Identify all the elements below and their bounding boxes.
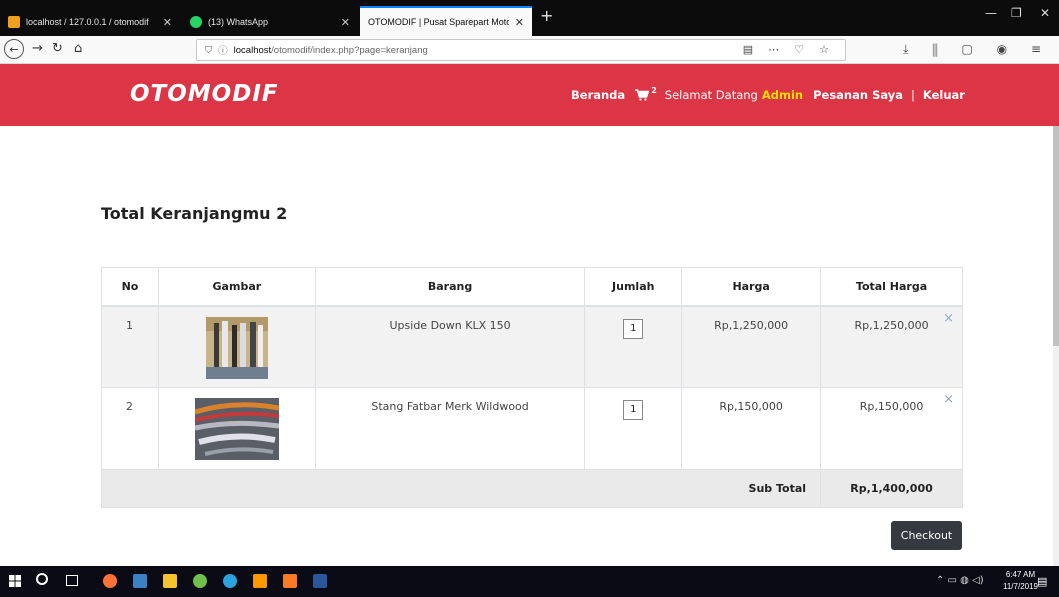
cart-icon [635,89,650,101]
subtotal-label: Sub Total [100,469,822,508]
window-close-icon[interactable]: ✕ [1040,6,1050,20]
remove-item-icon[interactable]: × [943,311,954,326]
page-title: Total Keranjangmu 2 [101,204,288,223]
phpmyadmin-icon [8,16,20,28]
shield-icon[interactable]: ⛉ [205,45,212,56]
cell-price: Rp,1,250,000 [681,305,822,388]
new-tab-icon[interactable]: + [540,6,553,25]
menu-separator: | [911,88,915,102]
clock-time: 6:47 AM [1005,570,1036,579]
page-actions[interactable]: ▤ ⋯ ♡ ☆ [743,43,835,56]
tab-title: OTOMODIF | Pusat Sparepart Motor [368,17,509,27]
back-icon[interactable]: ← [4,39,24,59]
restore-icon[interactable]: ❐ [1011,6,1022,20]
column-header-item: Barang [314,267,586,307]
menu-home-link[interactable]: Beranda [571,88,625,102]
cell-total: Rp,150,000 × [820,387,963,470]
firefox-icon[interactable] [103,574,117,588]
page-scrollbar[interactable] [1053,126,1059,566]
url-host: localhost [233,44,272,56]
cell-total-value: Rp,1,250,000 [854,318,929,332]
tab-otomodif[interactable]: OTOMODIF | Pusat Sparepart Motor ✕ [360,6,532,36]
checkout-button[interactable]: Checkout [891,521,962,550]
close-icon[interactable]: ✕ [163,16,172,29]
cell-image [157,305,316,388]
cell-no: 1 [101,305,159,388]
column-header-quantity: Jumlah [584,267,683,307]
forward-icon[interactable]: → [32,41,43,56]
site-header: OTOMODIF Beranda 2 Selamat Datang Admin … [0,64,1059,126]
cell-item-name: Stang Fatbar Merk Wildwood [314,387,586,470]
toolbar-icons[interactable]: ⤓ ⫼ ▢ ◉ ≡ [903,42,1051,57]
username: Admin [761,88,804,102]
quantity-input[interactable]: 1 [623,400,644,420]
tab-whatsapp[interactable]: (13) WhatsApp ✕ [182,8,358,36]
table-row: 2 Stang Fatbar Merk Wildwood 1 Rp,150,00… [101,387,963,470]
app-icon[interactable] [133,574,147,588]
site-logo[interactable]: OTOMODIF [130,81,279,107]
site-menu: Beranda 2 Selamat Datang Admin Pesanan S… [571,85,965,103]
home-icon[interactable]: ⌂ [74,41,82,56]
cell-item-name: Upside Down KLX 150 [314,305,586,388]
search-icon[interactable] [36,573,48,585]
minimize-icon[interactable]: — [985,6,997,20]
cell-no: 2 [101,387,159,470]
tab-phpmyadmin[interactable]: localhost / 127.0.0.1 / otomodif ✕ [0,8,180,36]
menu-orders-link[interactable]: Pesanan Saya [813,88,903,102]
file-explorer-icon[interactable] [163,574,177,588]
notifications-icon[interactable]: ▤ [1037,575,1047,588]
cell-price: Rp,150,000 [681,387,822,470]
cart-count-badge: 2 [651,85,657,95]
table-row: 1 Upside Down KLX 150 1 Rp,1,250,000 Rp,… [101,305,963,388]
cart-table: No Gambar Barang Jumlah Harga Total Harg… [100,267,963,508]
info-icon[interactable]: ⓘ [218,43,228,57]
quantity-input[interactable]: 1 [623,318,644,339]
column-header-no: No [101,267,159,307]
tab-title: (13) WhatsApp [208,17,269,27]
tab-title: localhost / 127.0.0.1 / otomodif [26,17,149,27]
windows-taskbar: ⌃ ▭ ◍ ◁) 6:47 AM 11/7/2019 ▤ [0,566,1059,597]
cart-link[interactable]: 2 [635,85,657,101]
sublime-text-icon[interactable] [253,574,267,588]
subtotal-value: Rp,1,400,000 [820,469,963,508]
welcome-text: Selamat Datang [664,88,758,102]
address-bar[interactable]: ⛉ ⓘ localhost/otomodif/index.php?page=ke… [196,39,846,61]
task-view-icon[interactable] [66,575,78,586]
column-header-total: Total Harga [820,267,963,307]
cell-total-value: Rp,150,000 [859,400,924,413]
windows-start-icon[interactable] [9,575,21,587]
browser-tab-bar: localhost / 127.0.0.1 / otomodif ✕ (13) … [0,0,1059,36]
subtotal-row: Sub Total Rp,1,400,000 [100,469,963,508]
system-tray-icons[interactable]: ⌃ ▭ ◍ ◁) [936,575,984,586]
cell-quantity: 1 [584,387,683,470]
xampp-icon[interactable] [283,574,297,588]
scrollbar-thumb[interactable] [1053,126,1059,346]
cell-total: Rp,1,250,000 × [820,305,963,388]
word-icon[interactable] [313,574,327,588]
taskbar-clock[interactable]: 6:47 AM 11/7/2019 [1003,569,1038,593]
whatsapp-icon [190,16,202,28]
cell-quantity: 1 [584,305,683,388]
column-header-image: Gambar [157,267,316,307]
close-icon[interactable]: ✕ [515,16,524,29]
product-image-upside-down[interactable] [205,316,268,379]
cell-image [157,387,316,470]
column-header-price: Harga [681,267,822,307]
green-app-icon[interactable] [193,574,207,588]
reload-icon[interactable]: ↻ [52,41,63,56]
telegram-icon[interactable] [223,574,237,588]
product-image-fatbar[interactable] [194,398,279,460]
remove-item-icon[interactable]: × [943,392,954,407]
close-icon[interactable]: ✕ [341,16,350,29]
menu-logout-link[interactable]: Keluar [923,88,965,102]
table-header-row: No Gambar Barang Jumlah Harga Total Harg… [101,267,963,307]
url-path: /otomodif/index.php?page=keranjang [271,44,428,56]
clock-date: 11/7/2019 [1003,582,1038,591]
browser-nav-bar: ← → ↻ ⌂ ⛉ ⓘ localhost/otomodif/index.php… [0,36,1059,64]
